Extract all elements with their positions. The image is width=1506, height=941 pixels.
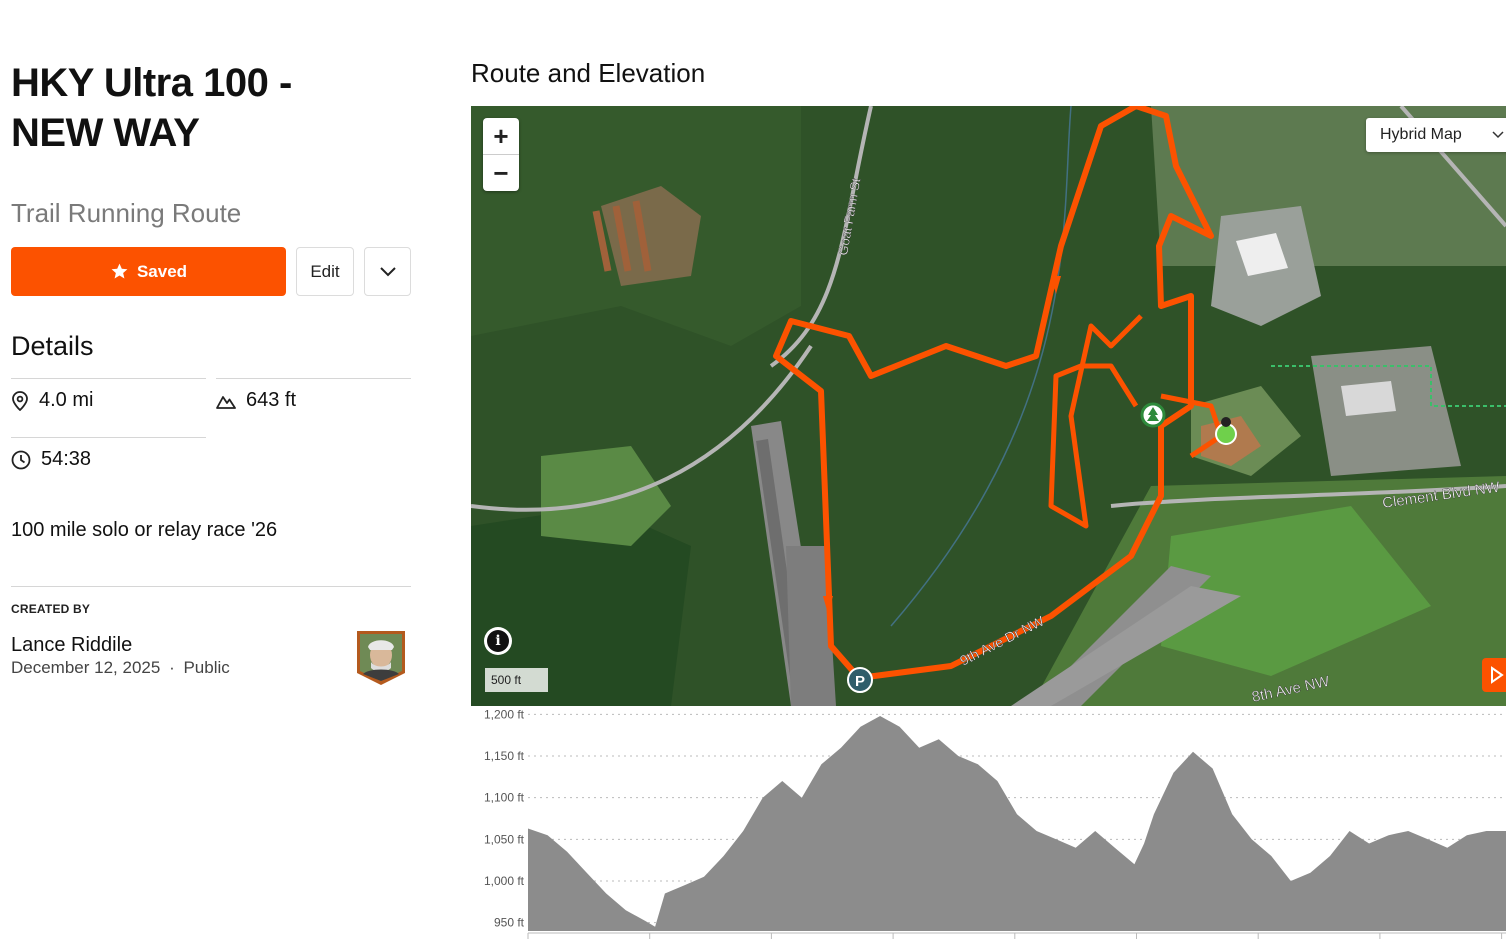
- edit-button[interactable]: Edit: [296, 247, 354, 296]
- star-icon: [111, 263, 128, 279]
- saved-label: Saved: [136, 261, 188, 281]
- created-by-label: CREATED BY: [11, 602, 91, 616]
- route-description: 100 mile solo or relay race '26: [11, 519, 278, 541]
- distance-value: 4.0 mi: [39, 389, 94, 411]
- divider: [216, 378, 411, 379]
- creator-name[interactable]: Lance Riddile: [11, 634, 132, 657]
- y-tick-label: 1,050 ft: [484, 832, 525, 846]
- map-type-value: Hybrid Map: [1380, 126, 1462, 143]
- distance-stat: 4.0 mi: [11, 389, 93, 412]
- route-title: HKY Ultra 100 - NEW WAY: [11, 61, 292, 155]
- mountain-icon: [216, 395, 236, 409]
- map-type-select[interactable]: Hybrid Map: [1366, 118, 1506, 152]
- route-meta: December 12, 2025 · Public: [11, 658, 230, 678]
- y-tick-label: 1,150 ft: [484, 749, 525, 763]
- route-type: Trail Running Route: [11, 198, 242, 228]
- map-info-button[interactable]: i: [484, 627, 512, 655]
- saved-button[interactable]: Saved: [11, 247, 286, 296]
- y-tick-label: 1,000 ft: [484, 874, 525, 888]
- svg-text:P: P: [855, 673, 865, 690]
- divider: [11, 378, 206, 379]
- elevation-stat: 643 ft: [216, 389, 296, 412]
- map-scale: 500 ft: [485, 668, 548, 692]
- divider: [11, 437, 206, 438]
- y-tick-label: 1,200 ft: [484, 707, 525, 721]
- zoom-controls: + −: [483, 118, 519, 191]
- time-value: 54:38: [41, 448, 92, 470]
- visibility: Public: [183, 658, 230, 677]
- time-stat: 54:38: [11, 448, 91, 471]
- elevation-chart[interactable]: 1,200 ft 1,150 ft 1,100 ft 1,050 ft 1,000 ft…: [471, 706, 1506, 941]
- meta-separator: ·: [169, 658, 175, 677]
- y-tick-label: 1,100 ft: [484, 791, 525, 805]
- info-icon: i: [487, 630, 509, 652]
- avatar[interactable]: [355, 629, 407, 686]
- elevation-value: 643 ft: [246, 389, 297, 411]
- satellite-imagery: P Goat Farm St 9th Ave Dr NW Clement Blv…: [471, 106, 1506, 706]
- created-date: December 12, 2025: [11, 658, 161, 677]
- zoom-out-button[interactable]: −: [483, 155, 519, 191]
- details-heading: Details: [11, 331, 94, 361]
- y-tick-label: 950 ft: [494, 916, 525, 930]
- location-pin-icon: [12, 390, 28, 411]
- divider: [11, 586, 411, 587]
- play-icon: [1491, 666, 1504, 684]
- elevation-area: [528, 716, 1506, 931]
- chevron-down-icon: [1492, 131, 1504, 139]
- flyover-play-button[interactable]: [1482, 658, 1506, 692]
- route-map[interactable]: P Goat Farm St 9th Ave Dr NW Clement Blv…: [471, 106, 1506, 706]
- clock-icon: [11, 450, 31, 469]
- map-heading: Route and Elevation: [471, 58, 706, 88]
- more-options-button[interactable]: [364, 247, 411, 296]
- chevron-down-icon: [379, 266, 396, 276]
- zoom-in-button[interactable]: +: [483, 118, 519, 154]
